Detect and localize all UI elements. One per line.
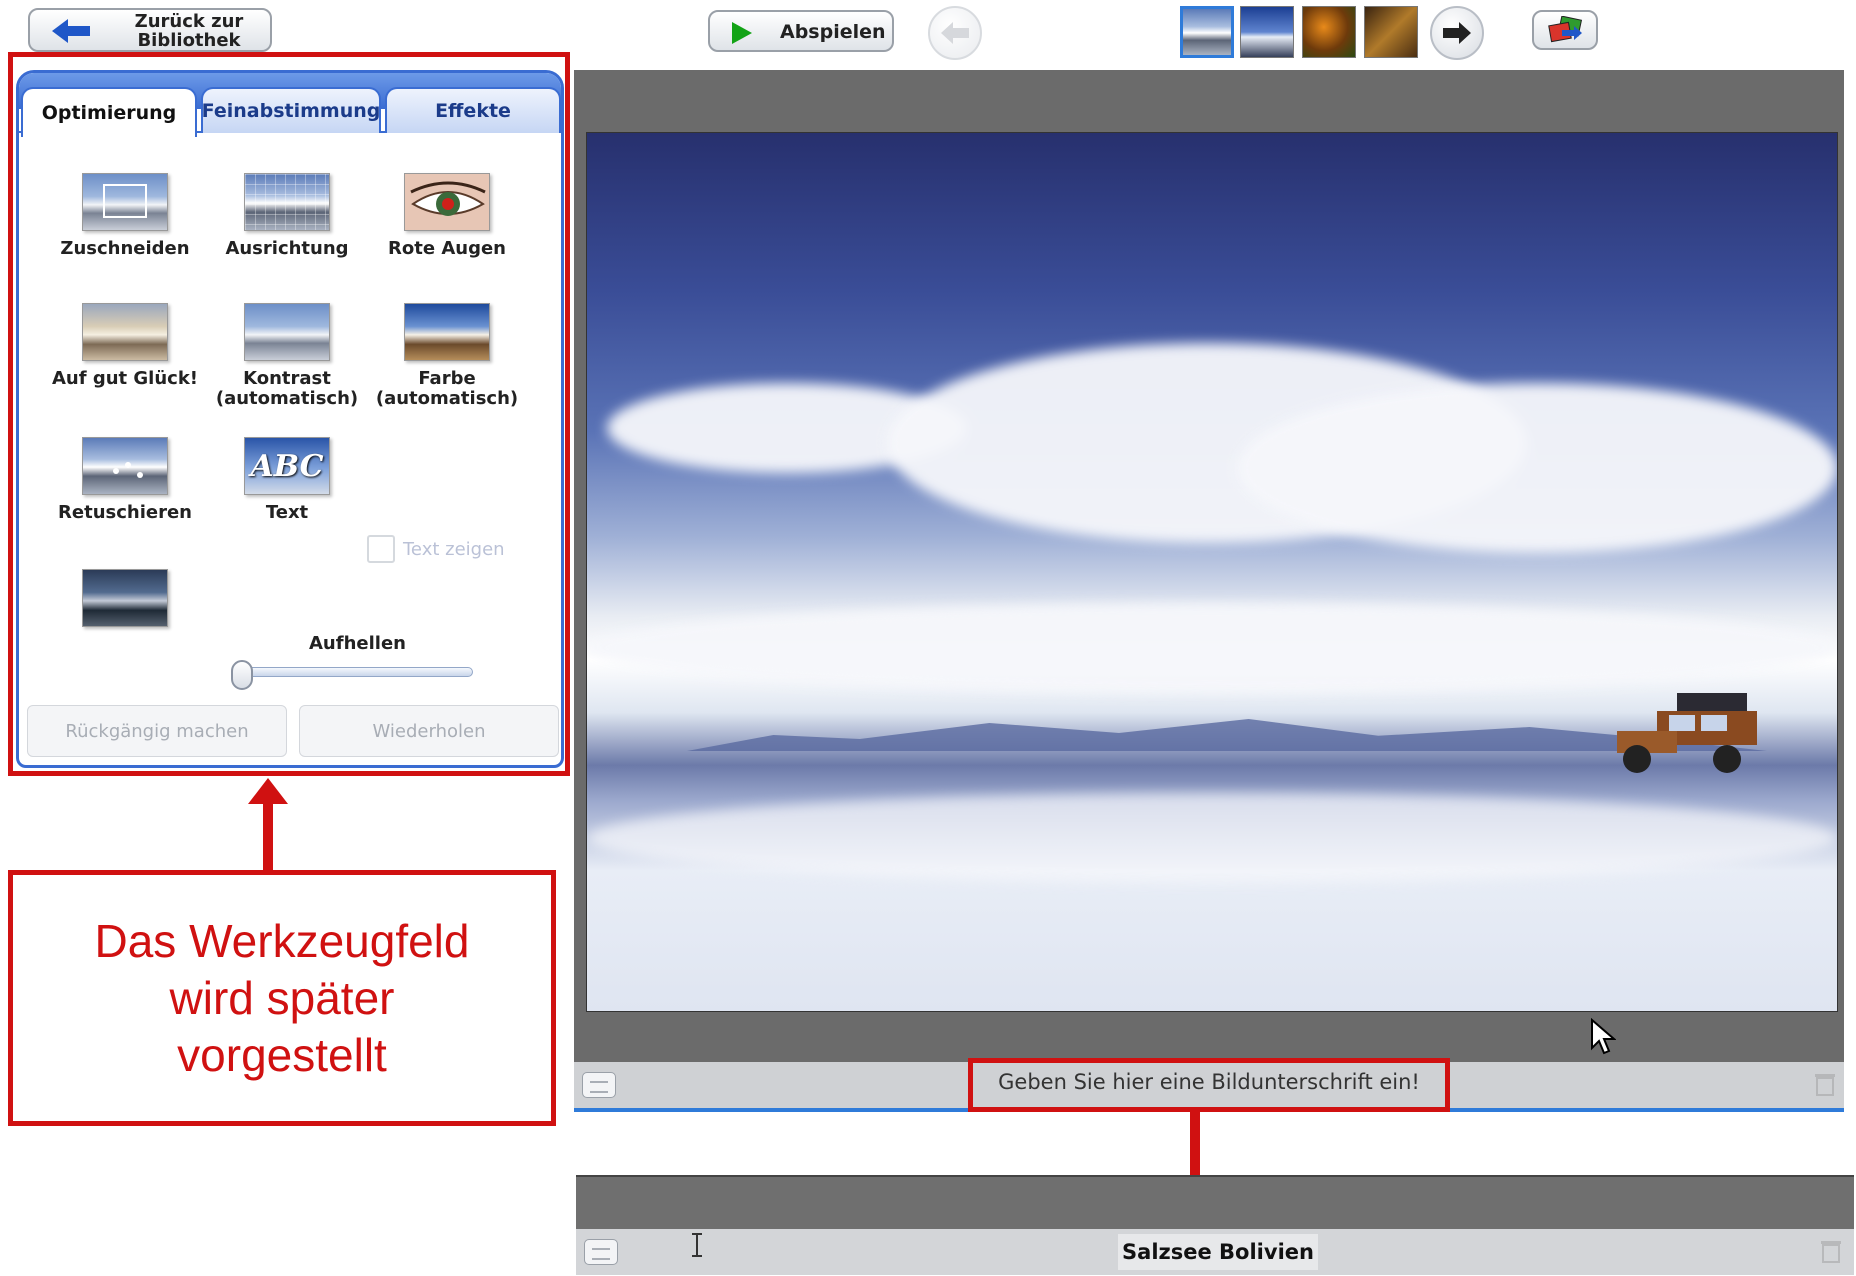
photo-thumbnail-4[interactable] <box>1364 6 1418 58</box>
previous-photo-button[interactable] <box>928 6 982 60</box>
annotation-arrow-up-shaft <box>263 800 273 872</box>
photo-thumbnail-3[interactable] <box>1302 6 1356 58</box>
notes-icon[interactable] <box>582 1072 616 1098</box>
jeep-image <box>1617 693 1757 773</box>
mouse-pointer-icon <box>1591 1018 1616 1055</box>
annotation-callout: Das Werkzeugfeld wird später vorgestellt <box>8 870 556 1126</box>
inset-notes-icon[interactable] <box>584 1239 618 1265</box>
tool-panel-highlight <box>8 52 570 776</box>
play-button-label: Abspielen <box>780 21 886 43</box>
arrow-left-icon <box>52 19 90 43</box>
tab-optimization[interactable]: Optimierung <box>21 87 197 137</box>
inset-photo-stage <box>576 1175 1854 1231</box>
caption-highlight <box>968 1058 1450 1112</box>
back-to-library-button[interactable]: Zurück zur Bibliothek <box>28 8 272 52</box>
back-button-label: Zurück zur Bibliothek <box>134 11 244 51</box>
main-photo[interactable] <box>586 132 1838 1012</box>
trash-icon[interactable] <box>1814 1072 1836 1096</box>
inset-trash-icon[interactable] <box>1820 1239 1842 1263</box>
inset-caption-text: Salzsee Bolivien <box>1122 1240 1314 1264</box>
arrow-left-icon <box>941 22 969 44</box>
annotation-callout-text: Das Werkzeugfeld wird später vorgestellt <box>94 914 470 1081</box>
share-photos-icon <box>1548 16 1583 43</box>
play-button[interactable]: Abspielen <box>708 10 894 52</box>
text-cursor-icon <box>692 1233 702 1257</box>
next-photo-button[interactable] <box>1430 6 1484 60</box>
play-icon <box>732 22 752 44</box>
photo-thumbnail-1[interactable] <box>1180 6 1234 58</box>
arrow-right-icon <box>1443 22 1471 44</box>
share-button[interactable] <box>1532 10 1598 50</box>
photo-thumbnail-2[interactable] <box>1240 6 1294 58</box>
